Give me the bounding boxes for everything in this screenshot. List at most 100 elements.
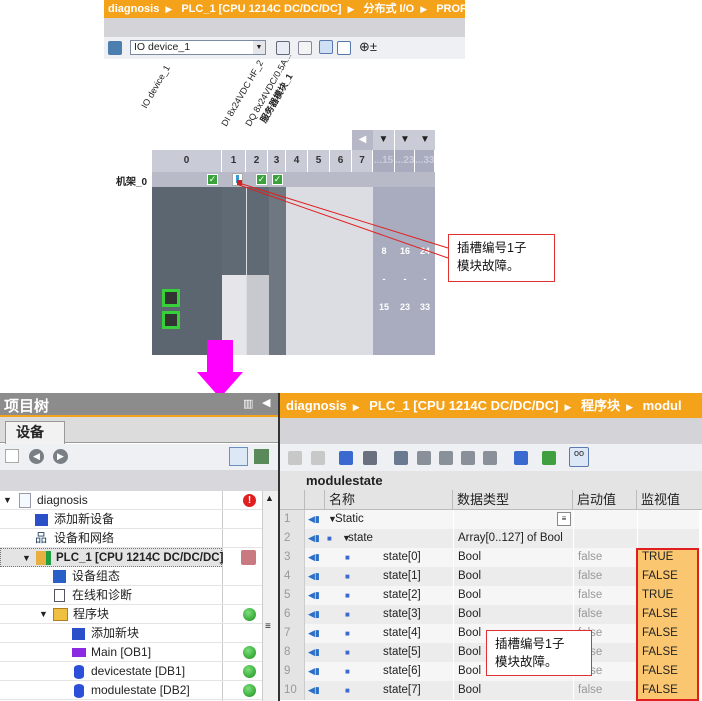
tree-scrollbar[interactable]: ▲ ≡: [262, 491, 278, 701]
crumb[interactable]: modul: [643, 398, 682, 413]
block-title: modulestate: [280, 471, 702, 490]
start-value[interactable]: [573, 529, 637, 548]
data-type[interactable]: Bool: [453, 586, 573, 605]
new-item-icon[interactable]: [5, 449, 19, 463]
project-tree-header: 项目树 ▥ ◀: [0, 393, 278, 417]
add-block-icon: [72, 628, 85, 640]
tree-item-devices-networks[interactable]: 品 设备和网络: [0, 529, 262, 548]
block-icon[interactable]: [483, 451, 497, 465]
block-icon[interactable]: [461, 451, 475, 465]
copy-snapshot-icon[interactable]: [363, 451, 377, 465]
add-device-icon: [35, 514, 48, 526]
row-number: 9: [280, 662, 305, 681]
status-ok-icon: [243, 665, 256, 678]
start-value[interactable]: false: [573, 605, 637, 624]
row-number: 8: [280, 643, 305, 662]
export-icon[interactable]: [254, 449, 269, 464]
interface-icon: ◀▮: [305, 681, 325, 700]
insert-row-icon[interactable]: [288, 451, 302, 465]
tree-item-label: 设备和网络: [54, 531, 115, 545]
row-number: 1: [280, 510, 305, 529]
data-type[interactable]: Bool: [453, 548, 573, 567]
expand-icon[interactable]: ▼: [22, 549, 31, 568]
list-icon[interactable]: [514, 451, 528, 465]
interface-icon: ◀▮: [305, 662, 325, 681]
scroll-thumb-icon[interactable]: ≡: [265, 621, 271, 632]
row-number: 10: [280, 681, 305, 700]
data-type[interactable]: Bool: [453, 681, 573, 700]
interface-icon: ◀▮: [305, 510, 325, 529]
tree-item-devicestate-db1[interactable]: devicestate [DB1]: [0, 662, 262, 681]
load-start-values-icon[interactable]: [394, 451, 408, 465]
editor-toolbar: oo: [280, 444, 702, 471]
diagnostics-icon: [54, 589, 65, 602]
forward-icon[interactable]: ▶: [53, 449, 68, 464]
type-picker-icon[interactable]: ≡: [557, 512, 571, 526]
monitor-glasses-icon[interactable]: oo: [569, 447, 589, 467]
tree-item-label: PLC_1 [CPU 1214C DC/DC/DC]: [56, 552, 224, 564]
column-header-type[interactable]: 数据类型: [453, 490, 573, 510]
start-value[interactable]: [573, 510, 637, 529]
start-value[interactable]: false: [573, 681, 637, 700]
monitor-highlight-box: [636, 548, 699, 701]
tree-item-modulestate-db2[interactable]: modulestate [DB2]: [0, 681, 262, 700]
block-icon[interactable]: [417, 451, 431, 465]
crumb[interactable]: diagnosis: [286, 398, 347, 413]
table-row[interactable]: 2 ◀▮ ▼ ■ state Array[0..127] of Bool: [280, 529, 702, 548]
tree-item-add-block[interactable]: 添加新块: [0, 624, 262, 643]
tree-item-program-blocks[interactable]: ▼ 程序块: [0, 605, 262, 624]
start-value[interactable]: false: [573, 567, 637, 586]
row-number: 6: [280, 605, 305, 624]
tree-item-device-config[interactable]: 设备组态: [0, 567, 262, 586]
add-row-icon[interactable]: [311, 451, 325, 465]
panel-layout-icon[interactable]: ▥: [243, 397, 253, 410]
member-icon: ■: [327, 534, 332, 543]
scroll-up-icon[interactable]: ▲: [265, 493, 274, 503]
status-ok-icon: [243, 608, 256, 621]
start-value[interactable]: false: [573, 548, 637, 567]
back-icon[interactable]: ◀: [29, 449, 44, 464]
row-number: 4: [280, 567, 305, 586]
tree-item-label: diagnosis: [37, 493, 88, 507]
tree-item-online-diagnostics[interactable]: 在线和诊断: [0, 586, 262, 605]
interface-icon: ◀▮: [305, 548, 325, 567]
edit-icon[interactable]: [542, 451, 556, 465]
column-header: [305, 490, 325, 509]
crumb[interactable]: PLC_1 [CPU 1214C DC/DC/DC]: [369, 398, 558, 413]
tree-item-label: 在线和诊断: [72, 588, 133, 602]
project-tree-title: 项目树: [4, 398, 50, 415]
column-header-monitor[interactable]: 监视值: [637, 490, 702, 510]
start-value[interactable]: false: [573, 586, 637, 605]
ob-block-icon: [72, 648, 86, 657]
block-icon[interactable]: [439, 451, 453, 465]
member-icon: ■: [345, 572, 350, 581]
column-header-name[interactable]: 名称: [325, 490, 453, 510]
crumb[interactable]: 程序块: [581, 398, 620, 413]
tree-item-main-ob1[interactable]: Main [OB1]: [0, 643, 262, 662]
interface-icon: ◀▮: [305, 643, 325, 662]
data-type[interactable]: Array[0..127] of Bool: [453, 529, 573, 548]
tree-item-label: 添加新设备: [54, 512, 115, 526]
callout-note: 插槽编号1子 模块故障。: [448, 234, 555, 282]
tree-item-diagnosis[interactable]: ▼ diagnosis !: [0, 491, 262, 510]
row-number: 3: [280, 548, 305, 567]
tab-devices[interactable]: 设备: [5, 421, 65, 444]
row-number: 7: [280, 624, 305, 643]
expand-icon[interactable]: ▼: [39, 605, 48, 624]
data-type[interactable]: Bool: [453, 567, 573, 586]
collapse-panel-icon[interactable]: ◀: [262, 396, 270, 409]
interface-icon: ◀▮: [305, 624, 325, 643]
table-row[interactable]: 1 ◀▮ ▼ Static ≡: [280, 510, 702, 529]
tree-item-add-device[interactable]: 添加新设备: [0, 510, 262, 529]
data-type[interactable]: Bool: [453, 605, 573, 624]
snapshot-icon[interactable]: [339, 451, 353, 465]
tree-item-plc1[interactable]: ▼ PLC_1 [CPU 1214C DC/DC/DC]: [0, 548, 224, 568]
data-type[interactable]: [453, 510, 573, 529]
row-number: 2: [280, 529, 305, 548]
monitor-value: [637, 529, 699, 548]
column-header-start[interactable]: 启动值: [573, 490, 637, 510]
detail-view-icon[interactable]: [229, 447, 248, 466]
expand-icon[interactable]: ▼: [3, 491, 12, 510]
interface-icon: ◀▮: [305, 605, 325, 624]
module-fault-icon: [241, 550, 256, 565]
